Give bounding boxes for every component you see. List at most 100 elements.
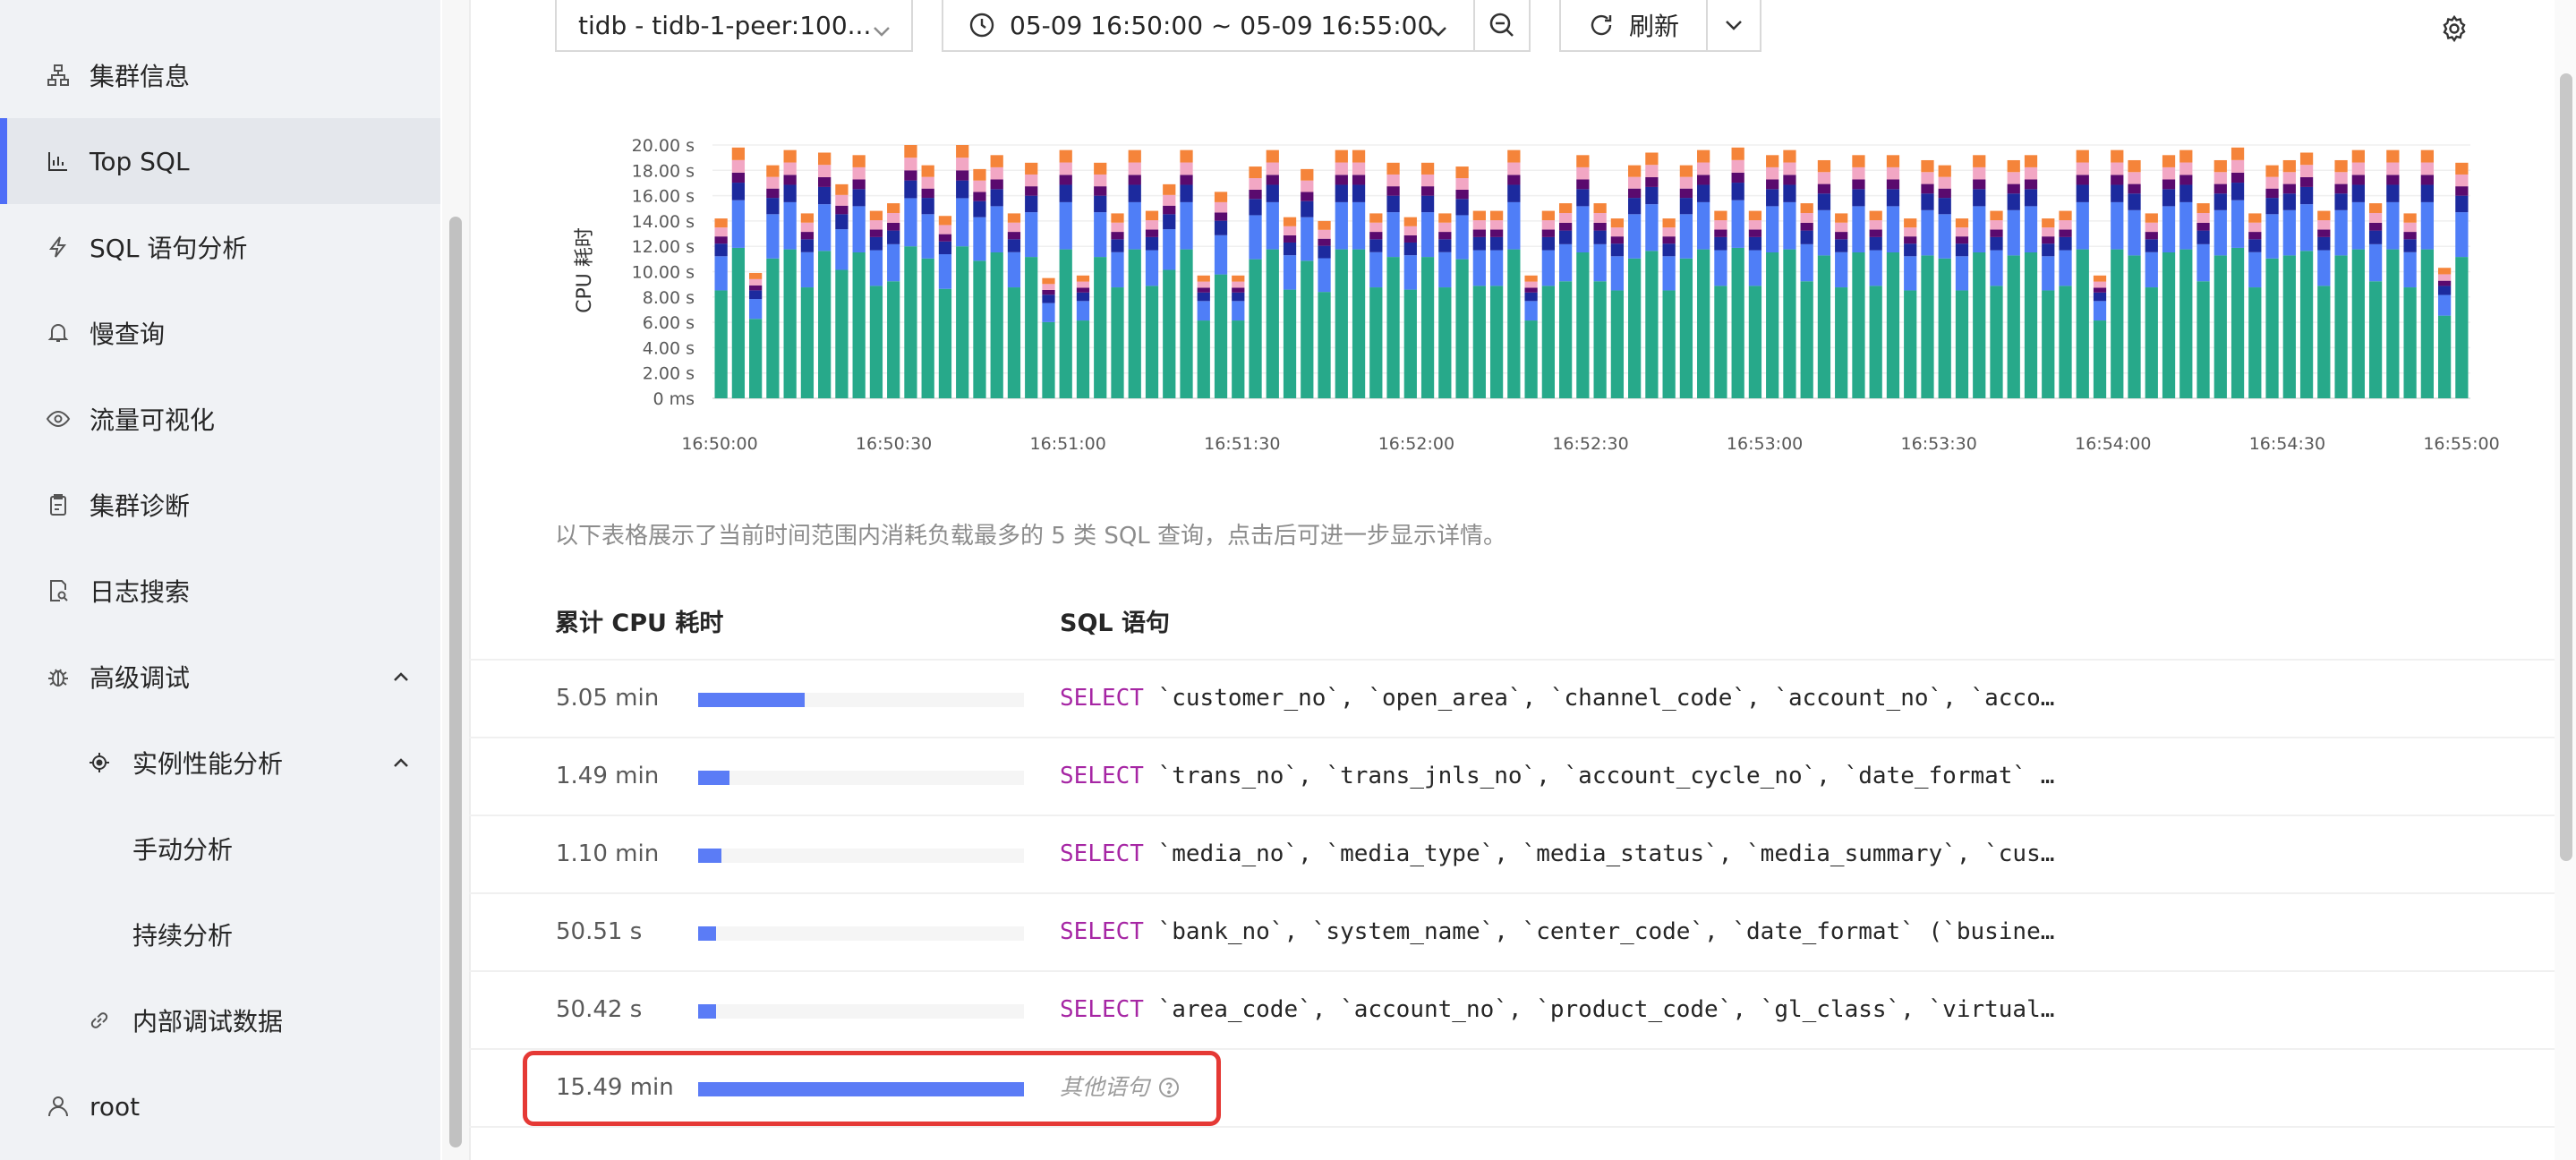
chart-bar-segment[interactable]: [2248, 213, 2262, 223]
chart-bar-segment[interactable]: [800, 232, 815, 240]
chart-bar-segment[interactable]: [1697, 175, 1710, 185]
chart-bar-segment[interactable]: [2248, 232, 2262, 240]
chart-bar-segment[interactable]: [714, 227, 728, 237]
chart-bar-segment[interactable]: [1059, 201, 1072, 250]
chart-bar-segment[interactable]: [1628, 198, 1642, 215]
chart-bar-segment[interactable]: [2386, 249, 2400, 398]
chart-bar-segment[interactable]: [2111, 149, 2124, 163]
chart-bar-segment[interactable]: [938, 216, 952, 226]
chart-bar-segment[interactable]: [1524, 281, 1538, 288]
chart-bar-segment[interactable]: [766, 258, 780, 398]
chart-bar-segment[interactable]: [2024, 252, 2038, 398]
chart-bar-segment[interactable]: [1318, 292, 1331, 398]
chart-bar-segment[interactable]: [1249, 259, 1262, 398]
chart-bar-segment[interactable]: [1232, 281, 1245, 288]
chart-bar-segment[interactable]: [1645, 176, 1659, 187]
chart-bar-segment[interactable]: [1232, 301, 1245, 321]
chart-bar-segment[interactable]: [2248, 252, 2262, 288]
chart-bar-segment[interactable]: [1904, 290, 1917, 398]
chart-bar-segment[interactable]: [1610, 290, 1625, 398]
chart-bar-segment[interactable]: [1472, 236, 1486, 251]
chart-bar-segment[interactable]: [1835, 222, 1848, 233]
chart-bar-segment[interactable]: [1748, 220, 1762, 230]
chart-bar-segment[interactable]: [2179, 162, 2193, 175]
chart-bar-segment[interactable]: [1059, 149, 1072, 163]
chart-bar-segment[interactable]: [1145, 250, 1159, 286]
chart-bar-segment[interactable]: [1507, 249, 1521, 398]
chart-bar-segment[interactable]: [1679, 198, 1693, 215]
chart-bar-segment[interactable]: [956, 158, 969, 171]
chart-bar-segment[interactable]: [1921, 193, 1934, 210]
chart-bar-segment[interactable]: [1800, 230, 1813, 244]
chart-bar-segment[interactable]: [1301, 180, 1314, 192]
chart-bar-segment[interactable]: [1835, 287, 1848, 398]
chart-bar-segment[interactable]: [2231, 172, 2245, 183]
chart-bar-segment[interactable]: [2299, 176, 2314, 187]
chart-bar-segment[interactable]: [1438, 232, 1452, 240]
chart-bar-segment[interactable]: [2179, 149, 2193, 163]
chart-bar-segment[interactable]: [973, 180, 986, 192]
chart-bar-segment[interactable]: [1800, 281, 1813, 398]
chart-bar-segment[interactable]: [1214, 274, 1228, 398]
chart-bar-segment[interactable]: [2213, 172, 2227, 184]
chart-bar-segment[interactable]: [2386, 149, 2400, 163]
chart-bar-segment[interactable]: [1352, 201, 1366, 250]
chart-bar-segment[interactable]: [2317, 220, 2331, 230]
chart-bar-segment[interactable]: [1163, 229, 1176, 270]
chart-bar-segment[interactable]: [2111, 184, 2124, 202]
chart-bar-segment[interactable]: [1541, 229, 1555, 237]
chart-bar-segment[interactable]: [2455, 186, 2469, 196]
chart-bar-segment[interactable]: [1610, 227, 1625, 237]
chart-bar-segment[interactable]: [783, 249, 797, 398]
chart-bar-segment[interactable]: [1697, 201, 1710, 250]
chart-bar-segment[interactable]: [1042, 289, 1055, 295]
chart-bar-segment[interactable]: [800, 213, 815, 223]
chart-bar-segment[interactable]: [1886, 179, 1900, 190]
chart-bar-segment[interactable]: [2042, 236, 2055, 244]
chart-bar-segment[interactable]: [1524, 287, 1538, 293]
chart-bar-segment[interactable]: [2334, 255, 2348, 398]
chart-bar-segment[interactable]: [1576, 155, 1590, 167]
chart-bar-segment[interactable]: [2128, 209, 2141, 256]
chart-bar-segment[interactable]: [1990, 286, 2003, 398]
chart-bar-segment[interactable]: [2128, 159, 2141, 173]
chart-bar-segment[interactable]: [1576, 206, 1590, 252]
chart-bar-segment[interactable]: [1645, 186, 1659, 205]
chart-bar-segment[interactable]: [852, 189, 866, 207]
time-range-picker[interactable]: 05-09 16:50:00 ~ 05-09 16:55:00: [942, 0, 1475, 52]
chart-bar-segment[interactable]: [1301, 200, 1314, 218]
chart-bar-segment[interactable]: [1576, 252, 1590, 398]
chart-bar-segment[interactable]: [1472, 229, 1486, 237]
chart-bar-segment[interactable]: [1025, 162, 1038, 175]
chart-bar-segment[interactable]: [938, 241, 952, 255]
chart-bar-segment[interactable]: [1645, 165, 1659, 177]
chart-bar-segment[interactable]: [973, 217, 986, 261]
chart-bar-segment[interactable]: [2162, 166, 2176, 180]
chart-bar-segment[interactable]: [2403, 287, 2417, 398]
chart-bar-segment[interactable]: [2368, 222, 2383, 231]
chart-bar-segment[interactable]: [1318, 258, 1331, 293]
chart-bar-segment[interactable]: [2334, 159, 2348, 173]
chart-bar-segment[interactable]: [1783, 175, 1796, 185]
chart-bar-segment[interactable]: [1266, 201, 1279, 250]
chart-bar-segment[interactable]: [800, 222, 815, 233]
chart-bar-segment[interactable]: [1662, 227, 1676, 237]
chart-bar-segment[interactable]: [1886, 166, 1900, 180]
chart-bar-segment[interactable]: [1697, 184, 1710, 202]
chart-bar-segment[interactable]: [2213, 159, 2227, 173]
chart-bar-segment[interactable]: [1869, 210, 1882, 221]
chart-bar-segment[interactable]: [1455, 189, 1469, 200]
chart-bar-segment[interactable]: [1025, 195, 1038, 213]
sidebar-item-debug-data[interactable]: 内部调试数据: [0, 977, 440, 1063]
chart-bar-segment[interactable]: [1111, 239, 1124, 252]
chart-bar-segment[interactable]: [1076, 287, 1090, 293]
chart-bar-segment[interactable]: [1628, 258, 1642, 398]
chart-bar-segment[interactable]: [1266, 249, 1279, 398]
chart-bar-segment[interactable]: [1076, 275, 1090, 282]
chart-bar-segment[interactable]: [1214, 220, 1228, 235]
chart-bar-segment[interactable]: [1990, 250, 2003, 286]
chart-bar-segment[interactable]: [1628, 214, 1642, 259]
chart-bar-segment[interactable]: [1128, 201, 1141, 250]
chart-bar-segment[interactable]: [2145, 287, 2158, 398]
chart-bar-segment[interactable]: [1335, 201, 1348, 250]
